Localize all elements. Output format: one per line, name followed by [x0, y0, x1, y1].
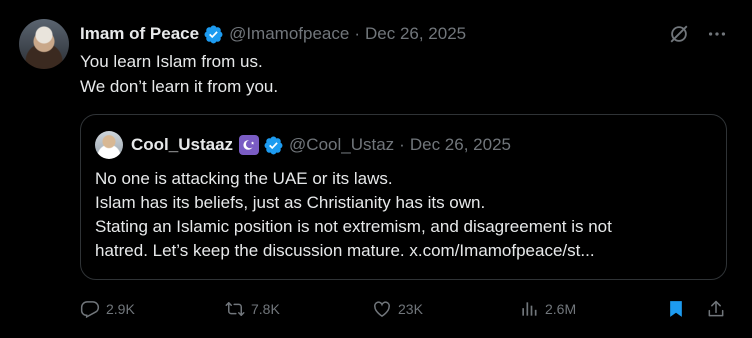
heart-icon — [374, 301, 390, 317]
repost-button[interactable]: 7.8K — [225, 297, 280, 321]
post[interactable]: Imam of Peace @Imamofpeace · Dec 26, 202… — [0, 0, 752, 338]
reply-button[interactable]: 2.9K — [80, 297, 135, 321]
like-count: 23K — [398, 301, 423, 317]
bookmark-icon — [670, 301, 682, 317]
quoted-text-line: Islam has its beliefs, just as Christian… — [95, 193, 486, 212]
quoted-text-line: No one is attacking the UAE or its laws. — [95, 169, 393, 188]
views-count: 2.6M — [545, 301, 577, 317]
views-button[interactable]: 2.6M — [519, 297, 576, 321]
author-handle[interactable]: @Imamofpeace — [229, 24, 349, 44]
top-actions — [668, 23, 728, 45]
like-button[interactable]: 23K — [372, 297, 423, 321]
author-name[interactable]: Imam of Peace — [80, 24, 199, 44]
more-icon[interactable] — [706, 23, 728, 45]
repost-count: 7.8K — [251, 301, 280, 317]
bookmark-button[interactable] — [666, 297, 686, 321]
post-text-line: We don’t learn it from you. — [80, 77, 279, 96]
quoted-author-avatar[interactable] — [95, 131, 123, 159]
quoted-author-name[interactable]: Cool_Ustaaz — [131, 135, 233, 155]
post-text-line: You learn Islam from us. — [80, 52, 263, 71]
author-avatar[interactable] — [19, 19, 69, 69]
quoted-post[interactable]: Cool_Ustaaz @Cool_Ustaz · Dec 26, 2025 N… — [80, 114, 727, 280]
post-date[interactable]: Dec 26, 2025 — [365, 24, 466, 44]
quoted-post-date[interactable]: Dec 26, 2025 — [410, 135, 511, 155]
action-bar: 2.9K 7.8K 23K 2.6M — [80, 297, 728, 321]
verified-badge-icon[interactable] — [203, 24, 224, 45]
post-header: Imam of Peace @Imamofpeace · Dec 26, 202… — [80, 22, 466, 46]
share-button[interactable] — [706, 297, 726, 321]
verified-badge-icon[interactable] — [263, 135, 284, 156]
quoted-post-text: No one is attacking the UAE or its laws.… — [95, 167, 612, 263]
views-icon — [522, 302, 537, 316]
reply-icon — [80, 301, 100, 319]
post-text: You learn Islam from us. We don’t learn … — [80, 49, 278, 99]
separator-dot: · — [399, 135, 405, 154]
separator-dot: · — [354, 24, 360, 43]
reply-count: 2.9K — [106, 301, 135, 317]
repost-icon — [225, 302, 245, 316]
quoted-post-header: Cool_Ustaaz @Cool_Ustaz · Dec 26, 2025 — [95, 131, 511, 159]
crescent-badge-icon — [239, 135, 260, 155]
quoted-author-handle[interactable]: @Cool_Ustaz — [289, 135, 394, 155]
quoted-text-line: Stating an Islamic position is not extre… — [95, 217, 612, 236]
grok-icon[interactable] — [668, 23, 690, 45]
quoted-text-line: hatred. Let’s keep the discussion mature… — [95, 241, 595, 260]
share-icon — [708, 300, 724, 317]
